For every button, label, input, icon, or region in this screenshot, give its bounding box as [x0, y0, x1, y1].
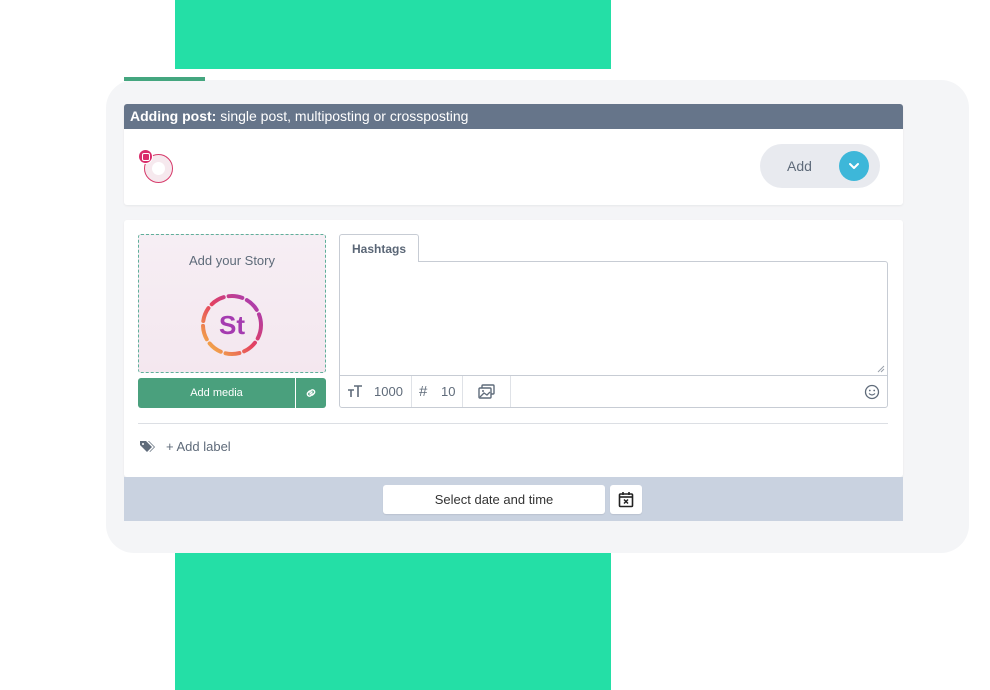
tags-icon — [140, 441, 155, 452]
hashtag-counter: # 10 — [412, 376, 463, 407]
post-editor-card: Add your Story St Add media Hashtags 100… — [124, 220, 903, 477]
account-avatar[interactable] — [138, 149, 174, 185]
add-media-button[interactable]: Add media — [138, 378, 295, 408]
story-label: Add your Story — [189, 253, 275, 268]
section-divider — [138, 423, 888, 424]
story-dropzone[interactable]: Add your Story St — [138, 234, 326, 373]
post-text-input[interactable] — [339, 261, 888, 376]
images-icon — [478, 384, 495, 399]
char-limit-value: 1000 — [374, 384, 403, 399]
hashtag-icon: # — [419, 383, 428, 400]
clear-date-button[interactable] — [610, 485, 642, 514]
resize-handle-icon[interactable] — [877, 365, 885, 373]
add-label-link[interactable]: + Add label — [166, 439, 231, 454]
post-accounts-card: Adding post: single post, multiposting o… — [124, 104, 903, 205]
add-link-button[interactable] — [296, 378, 326, 408]
text-size-icon — [348, 385, 362, 397]
add-account-label: Add — [787, 158, 812, 174]
select-date-time-button[interactable]: Select date and time — [383, 485, 605, 514]
hashtag-limit-value: 10 — [441, 384, 456, 399]
header-title-rest: single post, multiposting or crosspostin… — [216, 108, 469, 124]
calendar-remove-icon — [618, 492, 634, 508]
decorative-green-block-top — [175, 0, 611, 69]
emoji-icon[interactable] — [864, 384, 880, 400]
decorative-green-block-bottom — [175, 553, 611, 690]
story-logo-text: St — [219, 310, 245, 340]
schedule-bar: Select date and time — [124, 477, 903, 521]
card-header: Adding post: single post, multiposting o… — [124, 104, 903, 129]
stage: Adding post: single post, multiposting o… — [0, 0, 990, 690]
story-logo-icon: St — [201, 294, 263, 356]
tab-hashtags[interactable]: Hashtags — [339, 234, 419, 262]
chevron-down-icon[interactable] — [839, 151, 869, 181]
link-icon — [306, 389, 316, 397]
active-tab-indicator — [124, 77, 205, 81]
add-account-button[interactable]: Add — [760, 144, 880, 188]
header-title-bold: Adding post: — [130, 108, 217, 124]
media-gallery-button[interactable] — [463, 376, 511, 407]
instagram-icon — [138, 149, 153, 164]
editor-toolbar: 1000 # 10 — [339, 375, 888, 408]
char-counter: 1000 — [340, 376, 412, 407]
